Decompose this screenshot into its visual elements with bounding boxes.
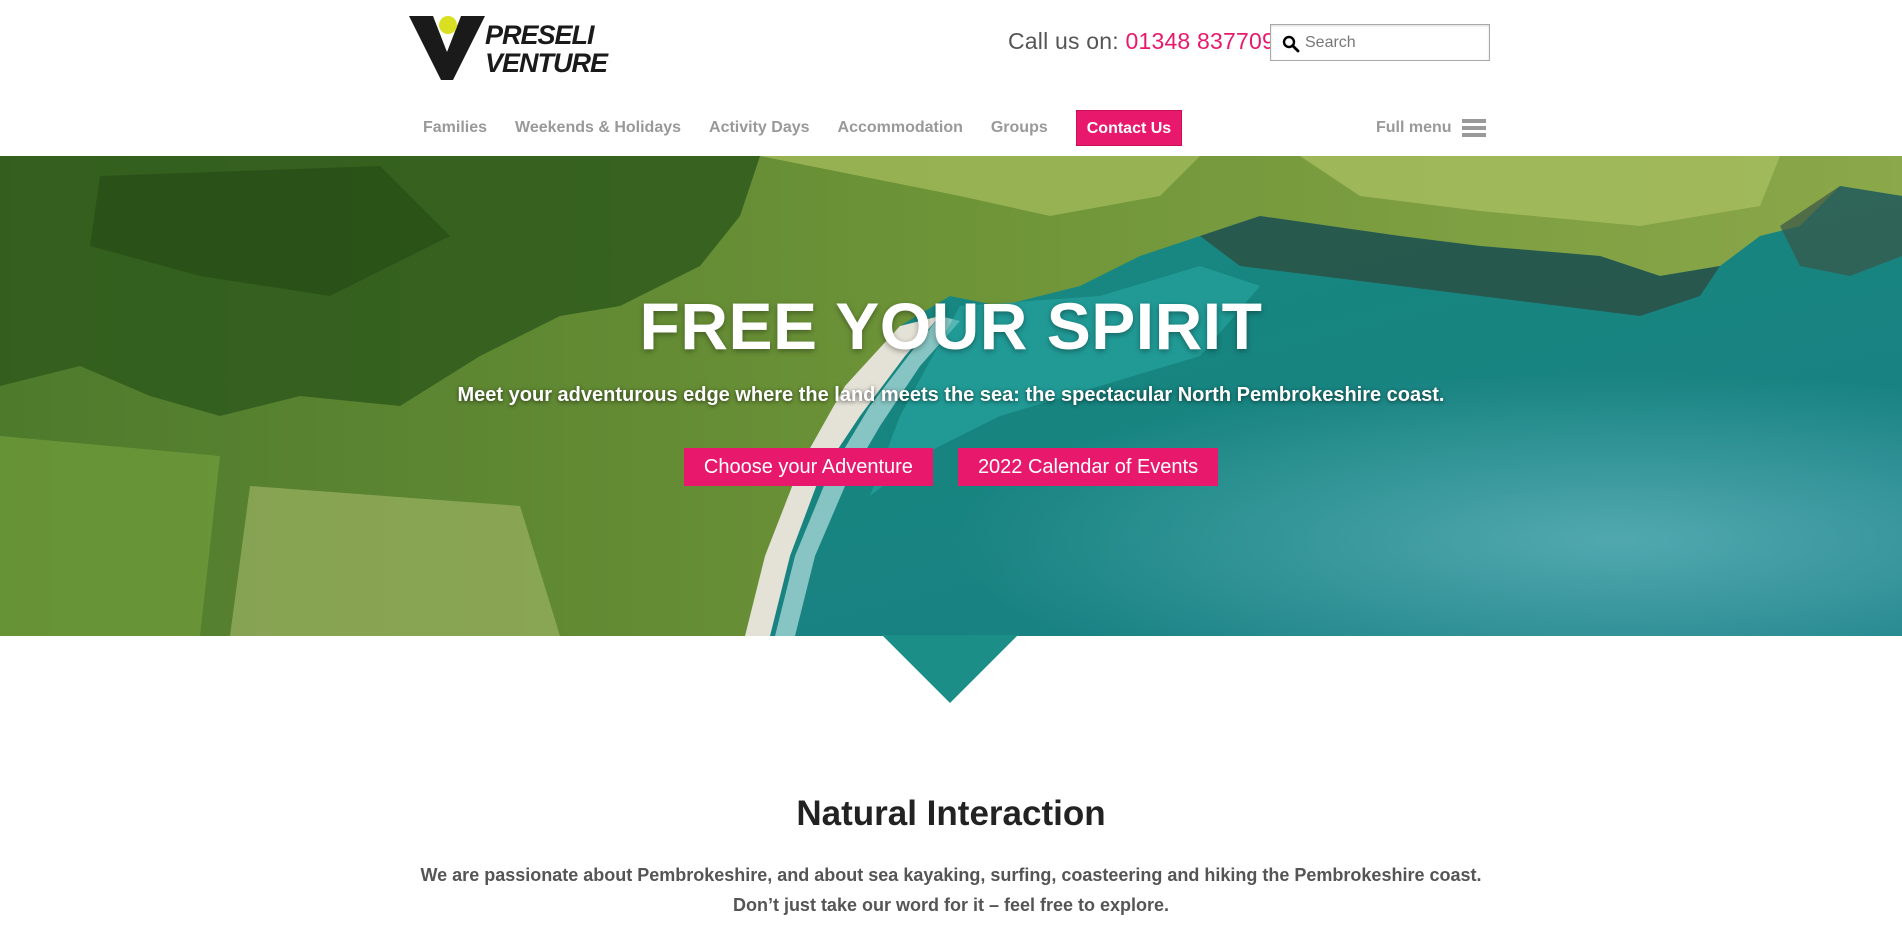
logo-word-preseli: PRESELI (485, 20, 595, 50)
logo-dot (439, 16, 457, 34)
choose-adventure-button[interactable]: Choose your Adventure (683, 448, 933, 486)
hero-title: FREE YOUR SPIRIT (639, 289, 1263, 363)
hero-banner: FREE YOUR SPIRIT Meet your adventurous e… (0, 156, 1902, 636)
nav-item-families[interactable]: Families (409, 110, 501, 146)
search-box (1270, 24, 1490, 61)
nav-item-activity-days[interactable]: Activity Days (695, 110, 824, 146)
calendar-of-events-button[interactable]: 2022 Calendar of Events (957, 448, 1219, 486)
search-icon[interactable] (1282, 35, 1300, 53)
hero-pointer-arrow (882, 635, 1018, 703)
full-menu-label: Full menu (1376, 119, 1452, 136)
search-input[interactable] (1305, 29, 1485, 56)
hamburger-icon (1461, 119, 1486, 137)
logo-word-venture: VENTURE (485, 48, 609, 78)
intro-line-2: Don’t just take our word for it – feel f… (732, 895, 1170, 915)
intro-heading: Natural Interaction (796, 794, 1106, 833)
intro-text: We are passionate about Pembrokeshire, a… (0, 860, 1902, 920)
intro-line-1: We are passionate about Pembrokeshire, a… (420, 865, 1482, 885)
full-menu-button[interactable]: Full menu (1376, 110, 1486, 146)
nav-item-weekends-holidays[interactable]: Weekends & Holidays (501, 110, 695, 146)
call-us: Call us on: 01348 837709 (1008, 28, 1275, 55)
main-nav: Families Weekends & Holidays Activity Da… (409, 110, 1183, 146)
preseli-venture-logo[interactable]: PRESELI VENTURE (409, 14, 615, 82)
hero-button-group: Choose your Adventure 2022 Calendar of E… (0, 448, 1902, 486)
nav-item-accommodation[interactable]: Accommodation (824, 110, 977, 146)
contact-us-button[interactable]: Contact Us (1075, 110, 1183, 146)
phone-link[interactable]: 01348 837709 (1125, 28, 1275, 54)
nav-item-groups[interactable]: Groups (977, 110, 1062, 146)
call-label: Call us on: (1008, 28, 1119, 54)
hero-subtitle: Meet your adventurous edge where the lan… (457, 384, 1445, 406)
site-header: PRESELI VENTURE Call us on: 01348 837709… (0, 0, 1902, 156)
